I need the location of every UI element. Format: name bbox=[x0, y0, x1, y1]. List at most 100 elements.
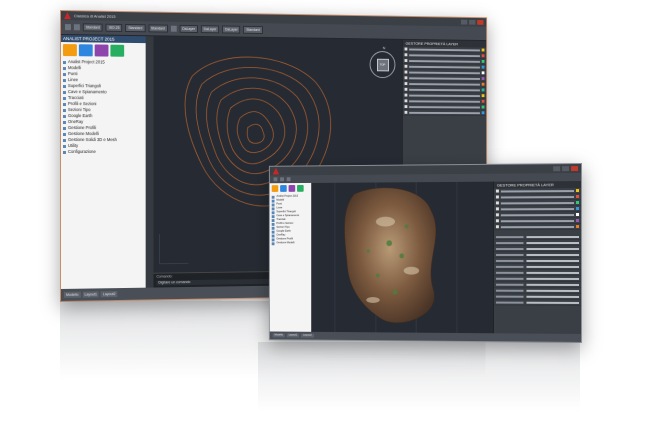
tab-layout2[interactable]: Layout2 bbox=[301, 333, 314, 338]
layer-color-swatch[interactable] bbox=[481, 99, 485, 103]
tab-layout1[interactable]: Layout1 bbox=[82, 291, 99, 298]
layer-name bbox=[409, 111, 480, 114]
tree-node-icon bbox=[271, 199, 275, 203]
layer-color-swatch[interactable] bbox=[576, 189, 580, 193]
property-value[interactable] bbox=[526, 241, 580, 244]
property-row[interactable] bbox=[493, 299, 582, 306]
layer-checkbox[interactable] bbox=[404, 99, 408, 103]
toolbar-tool-icon[interactable] bbox=[73, 24, 80, 31]
layer-color-swatch[interactable] bbox=[576, 201, 580, 205]
layer-color-swatch[interactable] bbox=[481, 65, 485, 69]
layer-color-swatch[interactable] bbox=[481, 54, 485, 58]
layer-color-swatch[interactable] bbox=[481, 105, 485, 109]
layer-checkbox[interactable] bbox=[404, 110, 408, 114]
property-value[interactable] bbox=[526, 253, 580, 256]
layer-checkbox[interactable] bbox=[404, 70, 408, 74]
minimize-button[interactable] bbox=[460, 19, 468, 25]
property-value[interactable] bbox=[526, 271, 580, 274]
layer-checkbox[interactable] bbox=[404, 64, 408, 68]
style-combo[interactable]: Standard bbox=[82, 23, 103, 32]
layer-checkbox[interactable] bbox=[404, 47, 408, 51]
layer-row[interactable] bbox=[402, 109, 487, 117]
layer-name bbox=[409, 76, 480, 80]
tab-model[interactable]: Modello bbox=[272, 333, 285, 338]
layer-checkbox[interactable] bbox=[404, 87, 408, 91]
tree-item[interactable]: Gestione Modelli bbox=[271, 241, 310, 245]
linetype-combo[interactable]: DaLayer bbox=[200, 25, 220, 34]
property-key bbox=[495, 241, 524, 244]
layer-color-swatch[interactable] bbox=[576, 225, 580, 229]
settings-tile-icon[interactable] bbox=[280, 185, 287, 192]
maximize-button[interactable] bbox=[469, 19, 476, 25]
tab-layout1[interactable]: Layout1 bbox=[286, 333, 300, 338]
toolbar-tool-icon[interactable] bbox=[170, 25, 177, 32]
analist-tile-icon[interactable] bbox=[62, 44, 77, 57]
tools-tile-icon[interactable] bbox=[288, 185, 296, 192]
color-combo[interactable]: DaLayer bbox=[179, 24, 198, 34]
property-value[interactable] bbox=[526, 295, 580, 298]
tab-model[interactable]: Modello bbox=[63, 291, 81, 298]
layer-color-swatch[interactable] bbox=[481, 88, 485, 92]
minimize-button[interactable] bbox=[553, 166, 561, 172]
view-cube-icon[interactable]: TOP bbox=[376, 58, 389, 71]
layer-checkbox[interactable] bbox=[495, 225, 499, 229]
layer-color-swatch[interactable] bbox=[576, 219, 580, 223]
property-value[interactable] bbox=[526, 259, 580, 262]
layer-checkbox[interactable] bbox=[404, 82, 408, 86]
property-value[interactable] bbox=[526, 235, 580, 238]
toolbar-tool-icon[interactable] bbox=[64, 24, 71, 31]
layer-color-swatch[interactable] bbox=[481, 71, 485, 75]
close-button[interactable] bbox=[477, 19, 484, 25]
toolbar-tool-icon[interactable] bbox=[273, 177, 278, 182]
layer-checkbox[interactable] bbox=[495, 207, 499, 211]
grid-tile-icon[interactable] bbox=[110, 44, 125, 57]
layer-color-swatch[interactable] bbox=[481, 94, 485, 98]
layer-color-swatch[interactable] bbox=[576, 207, 580, 211]
layer-color-swatch[interactable] bbox=[481, 77, 485, 80]
property-value[interactable] bbox=[526, 283, 580, 286]
plotstyle-combo[interactable]: Standard bbox=[243, 25, 263, 34]
layer-checkbox[interactable] bbox=[404, 53, 408, 57]
analist-tile-icon[interactable] bbox=[271, 185, 279, 192]
tools-tile-icon[interactable] bbox=[94, 44, 109, 57]
layer-checkbox[interactable] bbox=[404, 59, 408, 62]
property-value[interactable] bbox=[526, 247, 580, 250]
tab-layout2[interactable]: Layout2 bbox=[100, 291, 118, 298]
layer-row[interactable] bbox=[493, 224, 582, 231]
property-value[interactable] bbox=[526, 265, 580, 268]
layer-color-swatch[interactable] bbox=[576, 195, 580, 199]
tree-item[interactable]: Configurazione bbox=[62, 149, 144, 155]
layer-color-swatch[interactable] bbox=[481, 48, 485, 52]
view-compass[interactable]: TOP bbox=[369, 50, 396, 79]
property-value[interactable] bbox=[526, 301, 580, 304]
layer-checkbox[interactable] bbox=[495, 189, 499, 193]
lineweight-combo[interactable]: DaLayer bbox=[222, 25, 241, 34]
layer-checkbox[interactable] bbox=[495, 195, 499, 199]
layer-color-swatch[interactable] bbox=[576, 213, 580, 217]
layer-checkbox[interactable] bbox=[495, 201, 499, 205]
layer-color-swatch[interactable] bbox=[481, 82, 485, 86]
property-value[interactable] bbox=[526, 289, 580, 292]
toolbar-tool-icon[interactable] bbox=[280, 177, 284, 182]
dimstyle-combo[interactable]: ISO-25 bbox=[105, 23, 123, 32]
tree-node-icon bbox=[271, 203, 275, 207]
close-button[interactable] bbox=[571, 166, 579, 172]
layer-color-swatch[interactable] bbox=[481, 111, 485, 115]
mleaderstyle-combo[interactable]: Standard bbox=[148, 24, 168, 33]
layer-checkbox[interactable] bbox=[404, 76, 408, 80]
layer-checkbox[interactable] bbox=[495, 219, 499, 223]
drawing-canvas[interactable] bbox=[311, 181, 494, 334]
layer-checkbox[interactable] bbox=[404, 105, 408, 109]
toolbar-tool-icon[interactable] bbox=[286, 177, 291, 182]
tree-node-icon bbox=[62, 102, 66, 106]
tree-node-icon bbox=[271, 226, 275, 230]
grid-tile-icon[interactable] bbox=[297, 184, 304, 192]
maximize-button[interactable] bbox=[562, 166, 570, 172]
property-value[interactable] bbox=[526, 277, 580, 280]
layer-checkbox[interactable] bbox=[495, 213, 499, 217]
vertical-toolbar[interactable] bbox=[145, 36, 154, 288]
settings-tile-icon[interactable] bbox=[78, 44, 93, 57]
layer-checkbox[interactable] bbox=[404, 93, 408, 97]
tablestyle-combo[interactable]: Standard bbox=[125, 24, 146, 33]
layer-color-swatch[interactable] bbox=[481, 59, 485, 63]
